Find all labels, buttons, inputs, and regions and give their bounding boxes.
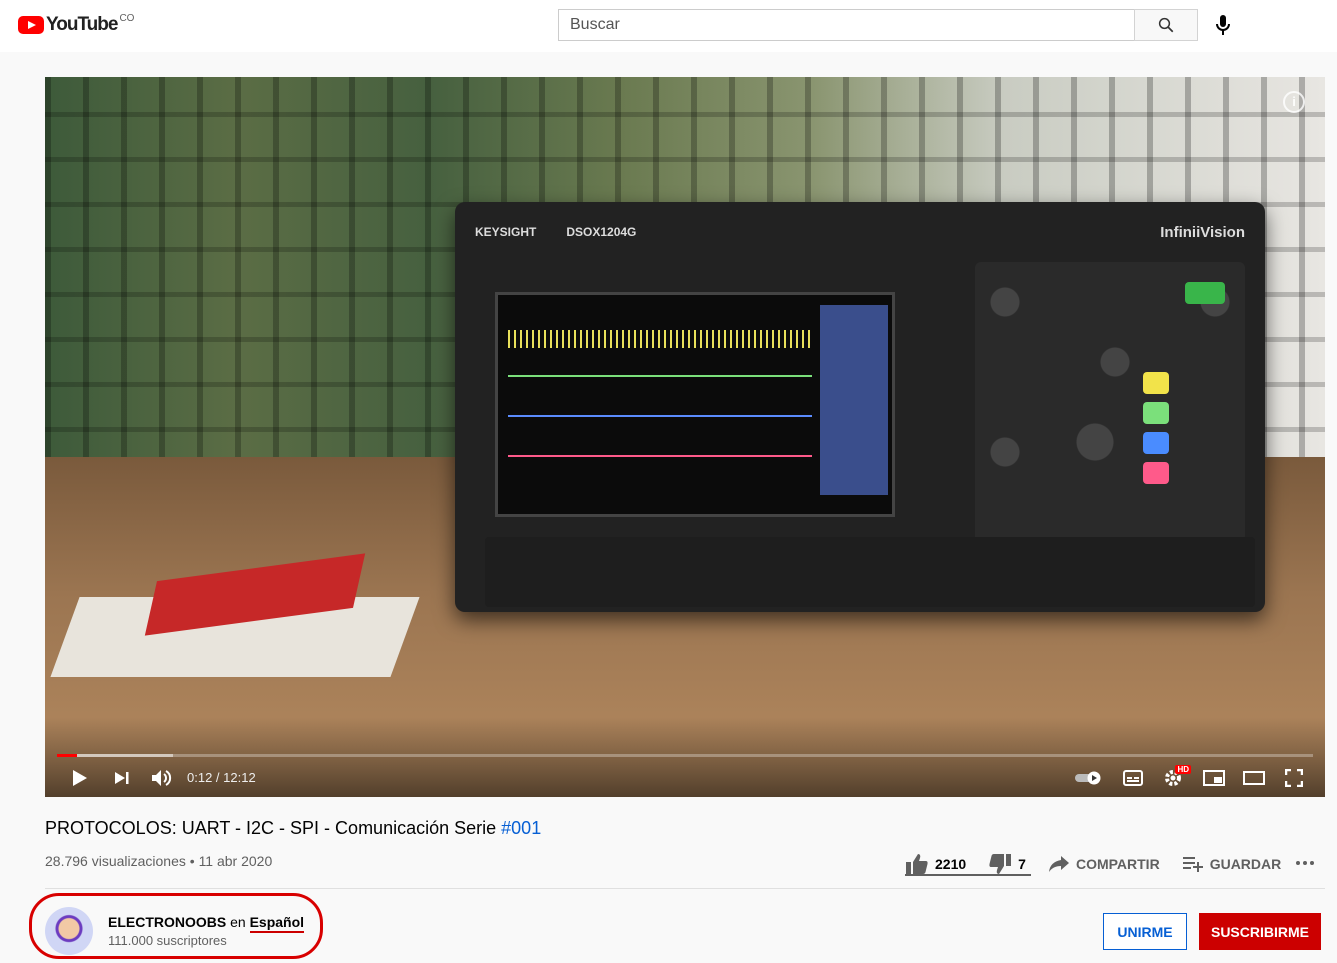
logo-text: YouTube <box>46 14 118 35</box>
player-controls: 0:12 / 12:12 HD <box>45 760 1325 796</box>
scope-controls <box>975 262 1245 542</box>
skip-next-icon <box>115 772 129 784</box>
video-title: PROTOCOLOS: UART - I2C - SPI - Comunicac… <box>45 818 541 839</box>
settings-button[interactable]: HD <box>1157 760 1191 796</box>
video-oscilloscope: KEYSIGHT DSOX1204G InfiniiVision <box>455 202 1265 612</box>
youtube-logo[interactable]: YouTube CO <box>18 12 135 36</box>
video-player[interactable]: KEYSIGHT DSOX1204G InfiniiVision i 0:12 … <box>45 77 1325 797</box>
search-bar: Buscar <box>558 9 1198 41</box>
time-total: 12:12 <box>223 770 256 785</box>
single-button <box>1185 282 1225 304</box>
scope-front-panel <box>485 537 1255 607</box>
thumbs-down-icon <box>989 854 1012 874</box>
search-input[interactable]: Buscar <box>558 9 1134 41</box>
dislike-count: 7 <box>1018 856 1026 872</box>
scope-model: DSOX1204G <box>566 225 637 239</box>
play-button[interactable] <box>65 760 95 796</box>
channel-3-button <box>1143 432 1169 454</box>
channel-4-button <box>1143 462 1169 484</box>
meta-separator: • <box>185 853 199 869</box>
video-meta: 28.796 visualizaciones • 11 abr 2020 <box>45 853 272 869</box>
channel-2-button <box>1143 402 1169 424</box>
scope-screen <box>495 292 895 517</box>
video-hashtag[interactable]: #001 <box>501 818 541 838</box>
section-divider <box>45 888 1325 889</box>
scope-label-row: KEYSIGHT DSOX1204G InfiniiVision <box>475 212 1245 252</box>
search-icon <box>1158 17 1174 33</box>
share-label: COMPARTIR <box>1075 856 1160 872</box>
time-display: 0:12 / 12:12 <box>187 770 256 785</box>
scope-side-menu <box>820 305 888 495</box>
country-code: CO <box>119 12 135 24</box>
video-title-text: PROTOCOLOS: UART - I2C - SPI - Comunicac… <box>45 818 497 838</box>
scope-series: InfiniiVision <box>1160 223 1245 241</box>
progress-bar[interactable] <box>57 754 1313 757</box>
time-current: 0:12 <box>187 770 213 785</box>
progress-played <box>57 754 78 757</box>
join-button[interactable]: UNIRME <box>1103 913 1187 950</box>
next-button[interactable] <box>107 760 137 796</box>
like-count: 2210 <box>935 856 967 872</box>
dislike-button[interactable]: 7 <box>988 853 1026 875</box>
save-button[interactable]: GUARDAR <box>1182 855 1282 873</box>
subtitles-button[interactable] <box>1117 760 1149 796</box>
top-bar: YouTube CO Buscar <box>0 0 1337 52</box>
theater-mode-icon <box>1243 771 1265 785</box>
miniplayer-icon <box>1203 770 1225 786</box>
trace-blue <box>508 415 812 417</box>
theater-mode-button[interactable] <box>1238 760 1270 796</box>
play-icon <box>73 770 87 786</box>
channel-highlight-annotation <box>29 893 323 959</box>
youtube-play-icon <box>18 16 44 34</box>
trace-yellow <box>508 330 812 348</box>
volume-icon <box>152 770 172 786</box>
view-count: 28.796 visualizaciones <box>45 853 186 869</box>
voice-search-button[interactable] <box>1210 12 1236 38</box>
microphone-icon <box>1216 15 1230 35</box>
more-actions-button[interactable] <box>1294 852 1316 879</box>
time-separator: / <box>212 770 224 785</box>
playlist-add-icon <box>1182 857 1203 872</box>
hd-badge: HD <box>1175 765 1191 774</box>
autoplay-toggle[interactable] <box>1073 760 1105 796</box>
channel-1-button <box>1143 372 1169 394</box>
autoplay-toggle-icon <box>1075 771 1101 785</box>
share-icon <box>1048 856 1069 872</box>
volume-button[interactable] <box>147 760 177 796</box>
scope-brand: KEYSIGHT <box>475 225 537 239</box>
share-button[interactable]: COMPARTIR <box>1048 855 1160 873</box>
like-ratio-fill <box>905 874 1031 876</box>
miniplayer-button[interactable] <box>1198 760 1230 796</box>
trace-green <box>508 375 812 377</box>
upload-date: 11 abr 2020 <box>198 853 273 869</box>
info-icon[interactable]: i <box>1283 91 1305 113</box>
trace-pink <box>508 455 812 457</box>
like-button[interactable]: 2210 <box>905 853 966 875</box>
thumbs-up-icon <box>906 854 928 874</box>
more-horizontal-icon <box>1296 861 1314 865</box>
fullscreen-button[interactable] <box>1278 760 1310 796</box>
like-ratio-bar <box>905 874 1031 876</box>
subscribe-button[interactable]: SUSCRIBIRME <box>1199 913 1321 950</box>
save-label: GUARDAR <box>1209 856 1282 872</box>
search-button[interactable] <box>1134 9 1198 41</box>
fullscreen-icon <box>1285 769 1303 787</box>
subtitles-icon <box>1123 770 1143 786</box>
